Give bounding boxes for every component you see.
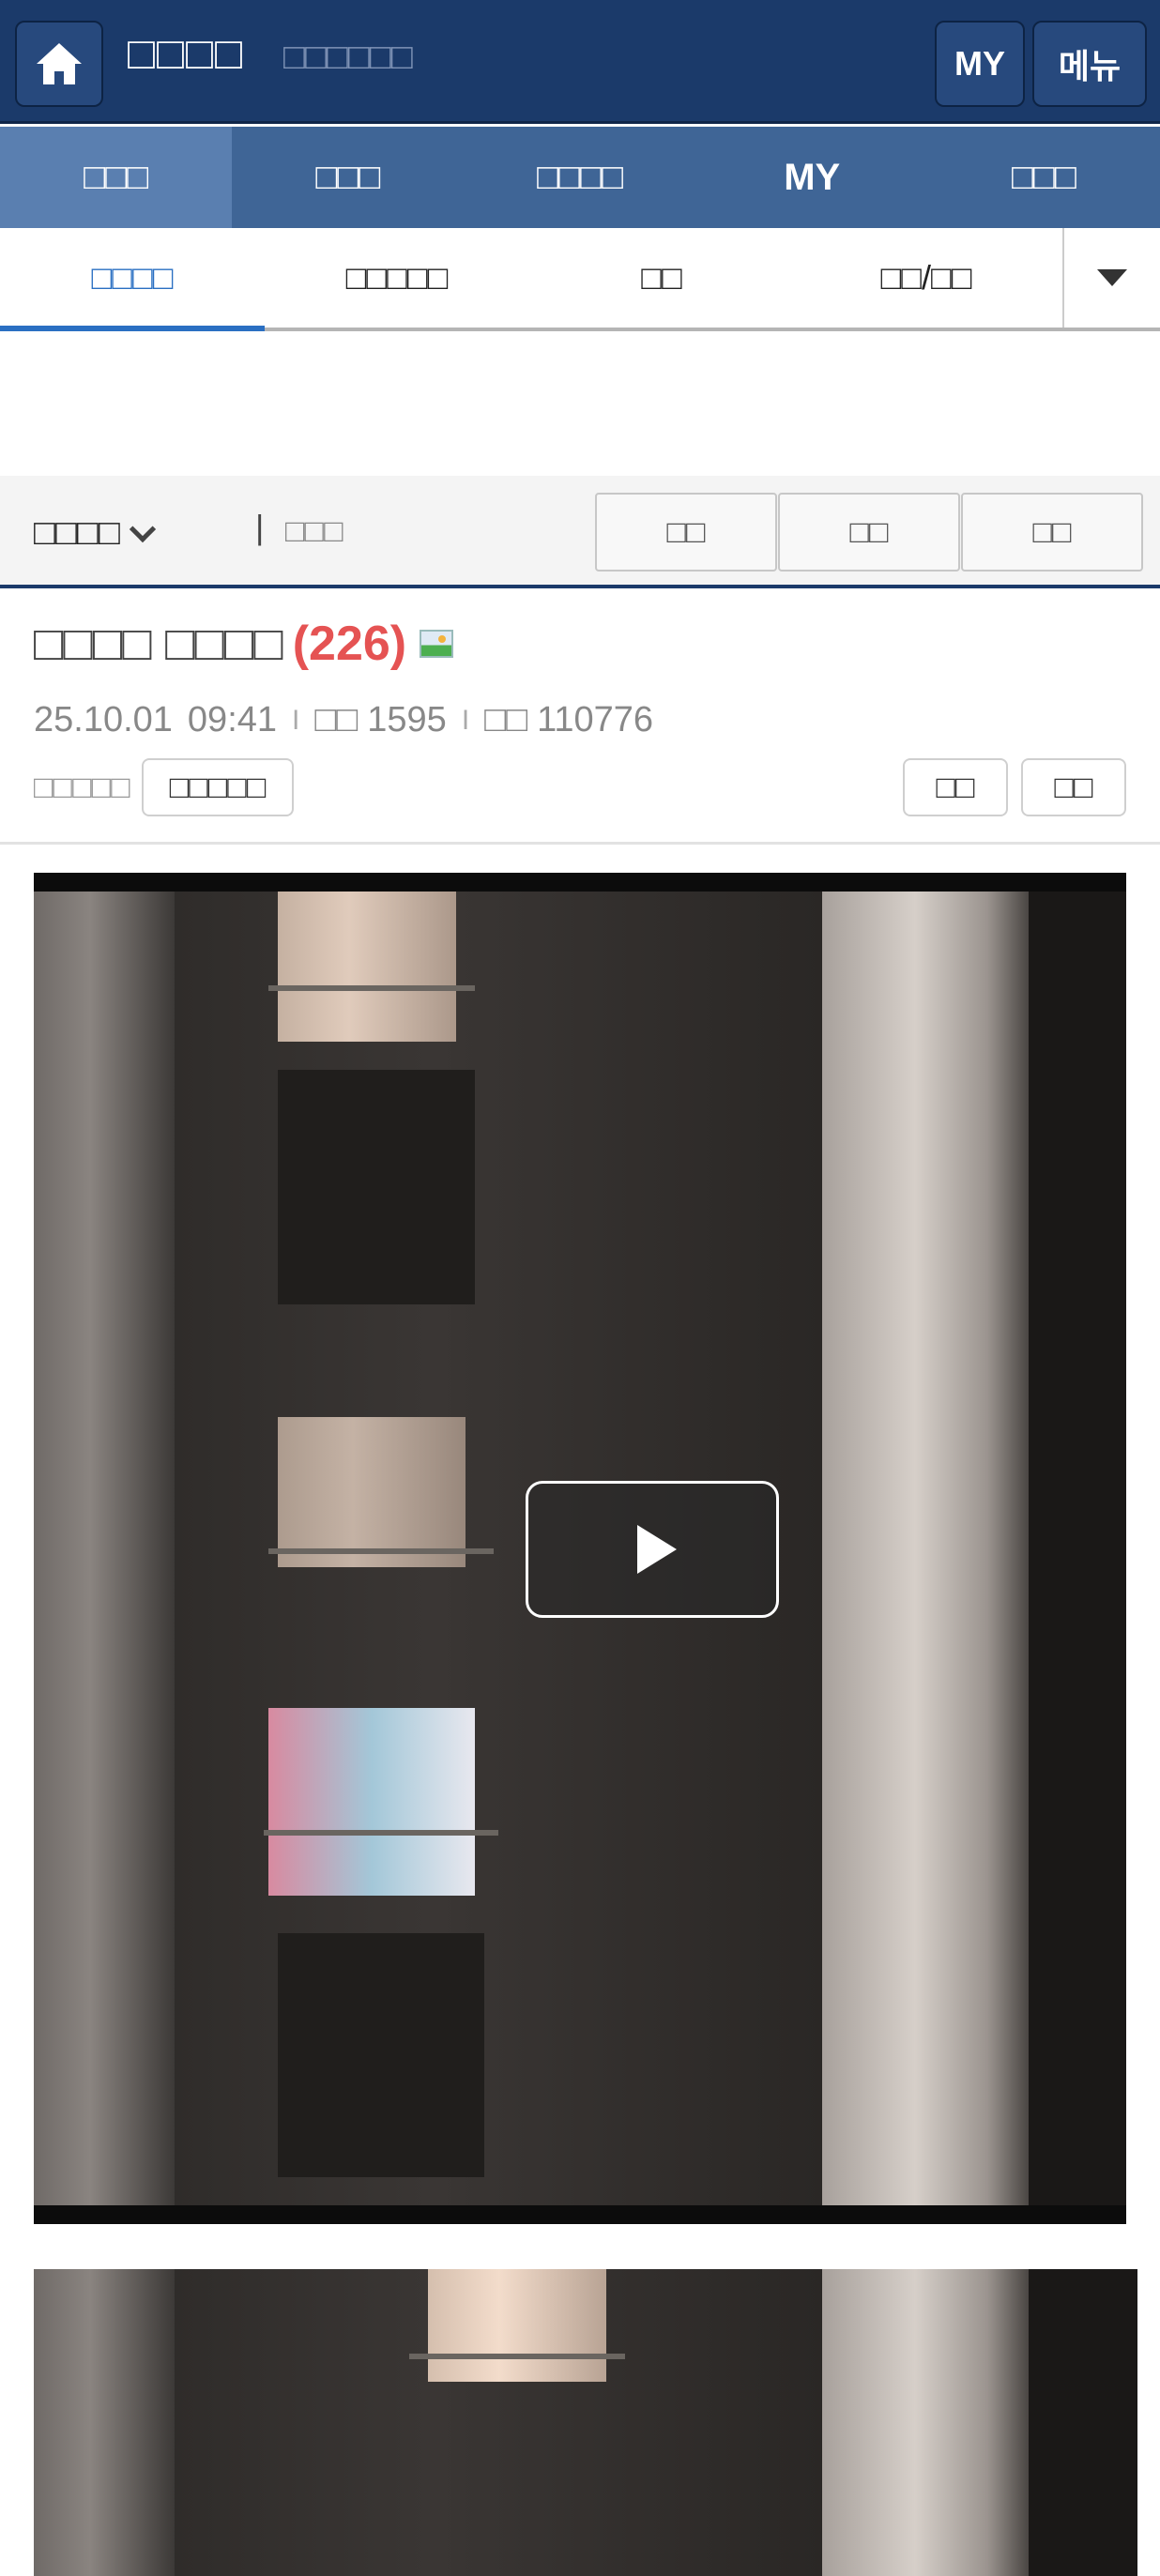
site-title[interactable]: □□□□ [128,28,244,80]
views-label: □□ [484,700,528,739]
play-icon [637,1525,677,1574]
home-icon [37,43,82,84]
post-date: 25.10.01 [34,700,173,739]
main-nav-item-2[interactable]: □□□ [232,127,464,228]
video-scene-curtain-right [822,892,1029,2205]
main-nav-item-3[interactable]: □□□□ [464,127,695,228]
comment-count[interactable]: (226) [293,616,406,672]
author-button[interactable]: □□□□□ [141,758,295,816]
post-time: 09:41 [187,700,278,739]
post-title: □□□□ □□□□ (226) [34,616,454,672]
board-label[interactable]: □□□ [285,513,343,550]
recommend-label: □□ [314,700,359,739]
recommend-count: 1595 [367,700,447,739]
video-scene-edge [1029,892,1126,2205]
sub-nav-tab-3[interactable]: □□ [529,228,794,328]
board-selector[interactable]: □□□□ [34,513,156,554]
sub-nav: □□□□ □□□□□ □□ □□/□□ [0,228,1160,331]
board-button-3[interactable]: □□ [961,493,1143,572]
post-meta: 25.10.01 09:41 I □□ 1595 I □□ 110776 [34,700,653,740]
board-bar: □□□□ | □□□ □□ □□ □□ [0,476,1160,588]
main-nav-item-my[interactable]: MY [696,127,928,228]
play-button[interactable] [526,1481,779,1618]
sub-nav-more-button[interactable] [1062,228,1160,328]
views-count: 110776 [537,700,654,739]
site-subtitle: □□□□□□ [283,38,413,77]
video-player[interactable] [34,873,1126,2224]
post-action-button-2[interactable]: □□ [1021,758,1126,816]
menu-button[interactable]: 메뉴 [1032,21,1147,107]
chevron-down-icon [129,515,156,542]
meta-divider: I [292,704,300,736]
author-name[interactable]: □□□□□ [34,770,130,806]
main-nav-item-5[interactable]: □□□ [928,127,1160,228]
header-divider [0,842,1160,845]
main-nav-item-1[interactable]: □□□ [0,127,233,228]
post-actions: □□ □□ [903,758,1126,816]
my-button[interactable]: MY [935,21,1025,107]
post-image [34,2269,1137,2576]
video-scene-curtain-left [34,892,175,2205]
sub-nav-tab-2[interactable]: □□□□□ [265,228,529,328]
sub-nav-tab-4[interactable]: □□/□□ [794,228,1059,328]
caret-down-icon [1097,269,1127,286]
image-icon [420,630,454,658]
sub-nav-tab-1[interactable]: □□□□ [0,228,265,331]
board-name: □□□□ [34,513,120,553]
post-title-text: □□□□ □□□□ [34,617,283,671]
board-separator: | [255,508,265,546]
post-action-button-1[interactable]: □□ [903,758,1008,816]
board-button-2[interactable]: □□ [778,493,960,572]
board-button-1[interactable]: □□ [595,493,777,572]
home-button[interactable] [15,21,103,107]
author-row: □□□□□ □□□□□ [34,758,295,816]
main-nav: □□□ □□□ □□□□ MY □□□ [0,127,1160,228]
meta-divider: I [461,704,470,736]
top-header: □□□□ □□□□□□ MY 메뉴 [0,0,1160,124]
